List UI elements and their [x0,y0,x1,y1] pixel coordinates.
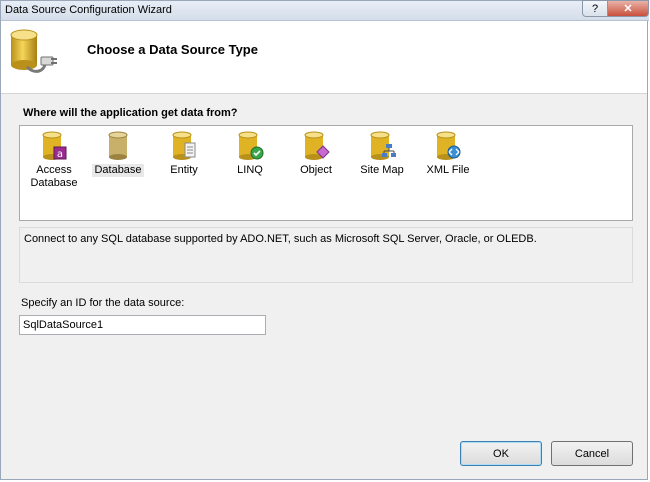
page-title: Choose a Data Source Type [87,42,258,57]
source-item-xml-file[interactable]: XML File [416,130,480,177]
site-map-icon [370,131,396,160]
window-title: Data Source Configuration Wizard [5,4,172,16]
source-item-label: LINQ [237,164,263,176]
data-source-id-label: Specify an ID for the data source: [21,297,185,309]
svg-text:a: a [57,149,63,160]
entity-icon [172,131,196,160]
wizard-header: Choose a Data Source Type [1,21,647,94]
source-item-object[interactable]: Object [284,130,348,177]
source-item-label: Entity [170,164,198,176]
source-item-label: Site Map [360,164,404,176]
ok-button[interactable]: OK [460,441,542,466]
source-item-site-map[interactable]: Site Map [350,130,414,177]
access-database-icon: a [42,131,67,160]
source-type-list[interactable]: a Access Database Database Entity LINQ O… [19,125,633,221]
title-bar[interactable]: Data Source Configuration Wizard ? ✕ [1,0,649,21]
close-button[interactable]: ✕ [607,0,649,17]
source-question-label: Where will the application get data from… [23,107,238,119]
help-button[interactable]: ? [582,0,608,17]
object-icon [304,131,330,160]
source-item-linq[interactable]: LINQ [218,130,282,177]
source-item-access-database[interactable]: a Access Database [22,130,86,190]
source-item-database[interactable]: Database [86,130,150,177]
wizard-window: Data Source Configuration Wizard ? ✕ Cho… [0,0,649,480]
linq-icon [238,131,264,160]
source-item-label: Object [300,164,332,176]
source-item-entity[interactable]: Entity [152,130,216,177]
database-icon [108,131,128,160]
data-source-id-input[interactable] [19,315,266,335]
database-plug-icon [10,29,57,73]
source-item-label: Database [92,164,144,177]
source-description: Connect to any SQL database supported by… [19,227,633,283]
cancel-button[interactable]: Cancel [551,441,633,466]
xml-file-icon [436,131,461,160]
source-item-label: Access Database [30,164,78,189]
source-item-label: XML File [426,164,470,176]
